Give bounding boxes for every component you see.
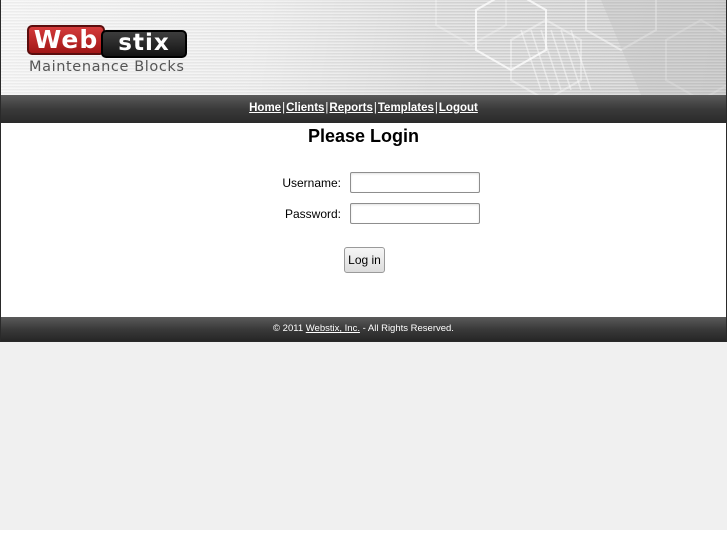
nav-link-reports[interactable]: Reports (329, 102, 372, 114)
logo-web-block: Web (27, 25, 105, 55)
company-link[interactable]: Webstix, Inc. (306, 323, 360, 334)
nav-link-templates[interactable]: Templates (378, 102, 434, 114)
password-input[interactable] (350, 203, 480, 224)
site-footer: © 2011 Webstix, Inc. - All Rights Reserv… (1, 317, 726, 341)
nav-link-home[interactable]: Home (249, 102, 281, 114)
username-label: Username: (282, 176, 341, 190)
page-background (0, 342, 727, 530)
main-nav: Home|Clients|Reports|Templates|Logout (1, 95, 726, 123)
page-title: Please Login (307, 126, 420, 146)
site-header: Web stix Maintenance Blocks (1, 0, 726, 95)
logo-tagline: Maintenance Blocks (29, 59, 185, 75)
login-button[interactable]: Log in (344, 247, 385, 273)
logo-stix-block: stix (101, 30, 187, 58)
page-frame: Web stix Maintenance Blocks Home|Clients… (0, 0, 727, 342)
copyright-text: © 2011 (273, 323, 304, 334)
webstix-logo[interactable]: Web stix Maintenance Blocks (27, 22, 217, 82)
nav-link-logout[interactable]: Logout (439, 102, 478, 114)
nav-link-clients[interactable]: Clients (286, 102, 324, 114)
password-label: Password: (284, 207, 341, 221)
username-input[interactable] (350, 172, 480, 193)
rights-text: - All Rights Reserved. (362, 323, 454, 334)
